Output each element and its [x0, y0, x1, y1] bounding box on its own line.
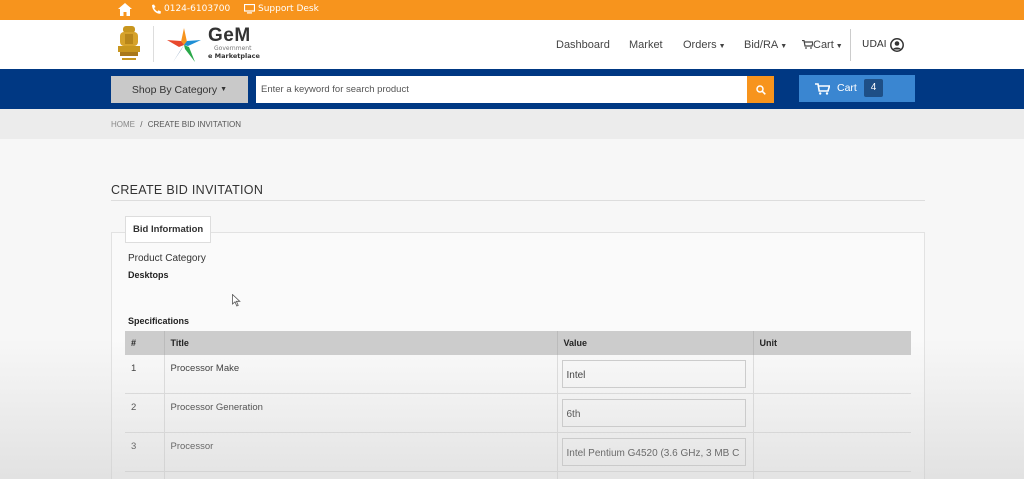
cart-icon	[815, 83, 830, 95]
nav-cart[interactable]: Cart ▼	[802, 39, 843, 51]
site-header: GeM Government e Marketplace Dashboard M…	[0, 20, 1024, 69]
nav-bid-ra[interactable]: Bid/RA ▼	[744, 39, 787, 51]
shop-by-category-button[interactable]: Shop By Category ▼	[111, 76, 248, 103]
national-emblem-logo	[118, 26, 140, 60]
value-field[interactable]: Intel Pentium G4520 (3.6 GHz, 3 MB C	[561, 438, 746, 466]
row-unit	[753, 355, 911, 394]
gem-star-logo[interactable]	[165, 26, 203, 64]
row-title: Processor	[164, 432, 558, 472]
tab-bid-information[interactable]: Bid Information	[125, 216, 212, 243]
caret-down-icon: ▼	[220, 86, 228, 93]
gem-logo-subtitle: Government	[214, 45, 252, 52]
row-value-cell: Intel Pentium G4520 (3.6 GHz, 3 MB C	[557, 432, 754, 472]
support-desk-link[interactable]: Support Desk	[258, 4, 319, 14]
row-title: Processor Generation	[164, 393, 558, 433]
breadcrumb-current: CREATE BID INVITATION	[147, 120, 242, 129]
cart-label: Cart	[837, 82, 857, 94]
row-unit	[753, 471, 911, 479]
support-phone[interactable]: 0124-6103700	[164, 4, 230, 14]
main-content: CREATE BID INVITATION Bid Information Pr…	[0, 139, 1024, 479]
search-button[interactable]	[747, 76, 774, 103]
column-header-title: Title	[164, 331, 558, 355]
row-value-cell: Intel	[557, 355, 754, 394]
value-field[interactable]: 6th	[561, 399, 746, 427]
breadcrumb: HOME / CREATE BID INVITATION	[111, 120, 241, 129]
nav-market[interactable]: Market	[629, 39, 663, 51]
breadcrumb-separator: /	[140, 120, 143, 129]
column-header-value: Value	[557, 331, 754, 355]
logo-divider	[153, 26, 154, 62]
table-header-row: # Title Value Unit	[125, 331, 911, 355]
home-icon[interactable]	[118, 3, 132, 16]
row-unit	[753, 393, 911, 433]
column-header-number: #	[125, 331, 165, 355]
chevron-down-icon: ▼	[835, 43, 843, 50]
value-field[interactable]: Intel	[561, 360, 746, 388]
top-bar: 0124-6103700 Support Desk	[0, 0, 1024, 20]
row-unit	[753, 432, 911, 472]
search-bar: Shop By Category ▼ Cart 4	[0, 69, 1024, 109]
user-avatar-icon[interactable]	[890, 38, 904, 52]
specifications-label: Specifications	[128, 316, 190, 326]
table-row: 3 Processor Intel Pentium G4520 (3.6 GHz…	[125, 432, 911, 472]
table-row: 2 Processor Generation 6th	[125, 393, 911, 433]
nav-orders-label: Orders	[683, 39, 717, 51]
row-value-cell	[557, 471, 754, 479]
nav-dashboard[interactable]: Dashboard	[556, 39, 610, 51]
column-header-unit: Unit	[753, 331, 911, 355]
page-title: CREATE BID INVITATION	[111, 183, 264, 197]
phone-icon	[152, 4, 161, 14]
row-title	[164, 471, 558, 479]
specifications-table: # Title Value Unit 1 Processor Make Inte…	[125, 331, 911, 479]
row-value-cell: 6th	[557, 393, 754, 433]
product-category-value: Desktops	[128, 270, 169, 280]
monitor-icon	[244, 4, 255, 14]
chevron-down-icon: ▼	[780, 43, 788, 50]
row-number: 1	[125, 355, 165, 394]
nav-cart-label: Cart	[813, 39, 834, 51]
chevron-down-icon: ▼	[718, 43, 726, 50]
breadcrumb-home[interactable]: HOME	[111, 120, 135, 129]
row-number: 2	[125, 393, 165, 433]
nav-orders[interactable]: Orders ▼	[683, 39, 726, 51]
table-row: 1 Processor Make Intel	[125, 355, 911, 394]
mouse-cursor-icon	[232, 294, 241, 307]
shop-by-category-label: Shop By Category	[131, 83, 218, 96]
title-divider	[111, 200, 925, 201]
search-icon	[755, 84, 766, 95]
user-name[interactable]: UDAI	[862, 39, 887, 50]
row-title: Processor Make	[164, 355, 558, 394]
nav-divider	[850, 29, 851, 61]
gem-logo-subtitle-2: e Marketplace	[208, 52, 260, 60]
cart-button[interactable]: Cart 4	[799, 75, 915, 102]
cart-count-badge: 4	[864, 79, 883, 97]
breadcrumb-bar: HOME / CREATE BID INVITATION	[0, 109, 1024, 139]
row-number: 3	[125, 432, 165, 472]
row-number	[125, 471, 165, 479]
cart-icon	[802, 39, 814, 49]
nav-bid-ra-label: Bid/RA	[744, 39, 779, 51]
table-row	[125, 471, 911, 479]
product-category-label: Product Category	[128, 253, 206, 264]
gem-logo-title: GeM	[208, 25, 251, 46]
search-input[interactable]	[256, 76, 747, 103]
